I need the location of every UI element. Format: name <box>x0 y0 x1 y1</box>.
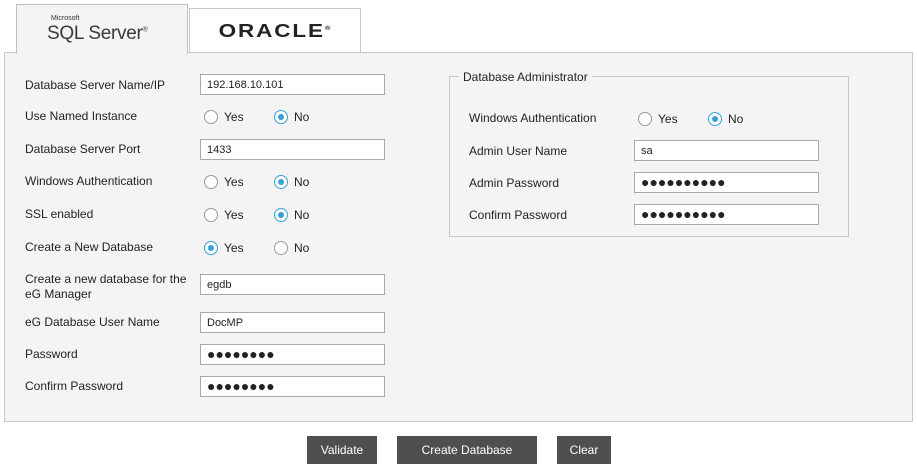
database-config-panel: Database Server Name/IP Use Named Instan… <box>4 52 913 422</box>
named-instance-no-radio[interactable]: No <box>274 110 309 124</box>
radio-selected-icon <box>274 208 288 222</box>
validate-button[interactable]: Validate <box>307 436 377 464</box>
port-label: Database Server Port <box>25 142 141 156</box>
ssl-yes-label: Yes <box>224 208 244 222</box>
admin-password-input[interactable]: ●●●●●●●●●● <box>634 172 819 193</box>
radio-selected-icon <box>708 112 722 126</box>
radio-selected-icon <box>274 175 288 189</box>
admin-windows-auth-no-radio[interactable]: No <box>708 112 743 126</box>
ssl-no-label: No <box>294 208 310 222</box>
clear-button[interactable]: Clear <box>557 436 611 464</box>
sql-server-registered-mark: ® <box>142 26 148 34</box>
radio-circle-icon <box>204 110 218 124</box>
ssl-label: SSL enabled <box>25 207 94 221</box>
ssl-yes-radio[interactable]: Yes <box>204 208 244 222</box>
named-instance-label: Use Named Instance <box>25 109 138 123</box>
radio-selected-icon <box>274 110 288 124</box>
windows-auth-no-radio[interactable]: No <box>274 175 309 189</box>
admin-confirm-password-input[interactable]: ●●●●●●●●●● <box>634 204 819 225</box>
create-database-button[interactable]: Create Database <box>397 436 537 464</box>
new-db-name-label-line1: Create a new database for the <box>25 272 187 286</box>
named-instance-yes-label: Yes <box>224 110 244 124</box>
sql-server-logo: Microsoft SQL Server® <box>47 12 157 48</box>
admin-confirm-password-label: Confirm Password <box>469 208 568 222</box>
radio-circle-icon <box>204 175 218 189</box>
new-db-name-input[interactable] <box>200 274 385 295</box>
confirm-password-input[interactable]: ●●●●●●●● <box>200 376 385 397</box>
create-db-yes-label: Yes <box>224 241 244 255</box>
windows-auth-yes-label: Yes <box>224 175 244 189</box>
oracle-registered-mark: ® <box>324 25 332 32</box>
create-db-label: Create a New Database <box>25 240 154 254</box>
named-instance-no-label: No <box>294 110 310 124</box>
password-label: Password <box>25 347 78 361</box>
server-name-input[interactable] <box>200 74 385 95</box>
admin-windows-auth-no-label: No <box>728 112 744 126</box>
windows-auth-label: Windows Authentication <box>25 174 153 188</box>
radio-circle-icon <box>274 241 288 255</box>
admin-user-label: Admin User Name <box>469 144 568 158</box>
admin-windows-auth-yes-radio[interactable]: Yes <box>638 112 678 126</box>
admin-windows-auth-yes-label: Yes <box>658 112 678 126</box>
microsoft-brand-text: Microsoft <box>51 14 80 22</box>
sql-server-tab-label: SQL Server <box>47 22 143 44</box>
radio-selected-icon <box>204 241 218 255</box>
create-db-no-radio[interactable]: No <box>274 241 309 255</box>
radio-circle-icon <box>204 208 218 222</box>
admin-password-label: Admin Password <box>469 176 560 190</box>
database-administrator-legend: Database Administrator <box>459 70 592 84</box>
create-db-no-label: No <box>294 241 310 255</box>
windows-auth-yes-radio[interactable]: Yes <box>204 175 244 189</box>
ssl-no-radio[interactable]: No <box>274 208 309 222</box>
oracle-tab-label: ORACLE <box>218 20 325 41</box>
radio-circle-icon <box>638 112 652 126</box>
password-input[interactable]: ●●●●●●●● <box>200 344 385 365</box>
named-instance-yes-radio[interactable]: Yes <box>204 110 244 124</box>
db-user-label: eG Database User Name <box>25 315 160 329</box>
tab-sql-server[interactable]: Microsoft SQL Server® <box>16 4 188 54</box>
admin-user-input[interactable] <box>634 140 819 161</box>
windows-auth-no-label: No <box>294 175 310 189</box>
admin-windows-auth-label: Windows Authentication <box>469 111 597 125</box>
server-name-label: Database Server Name/IP <box>25 78 166 92</box>
tab-oracle[interactable]: ORACLE® <box>189 8 361 53</box>
new-db-name-label-line2: eG Manager <box>25 287 92 301</box>
confirm-password-label: Confirm Password <box>25 379 124 393</box>
create-db-yes-radio[interactable]: Yes <box>204 241 244 255</box>
port-input[interactable] <box>200 139 385 160</box>
db-user-input[interactable] <box>200 312 385 333</box>
